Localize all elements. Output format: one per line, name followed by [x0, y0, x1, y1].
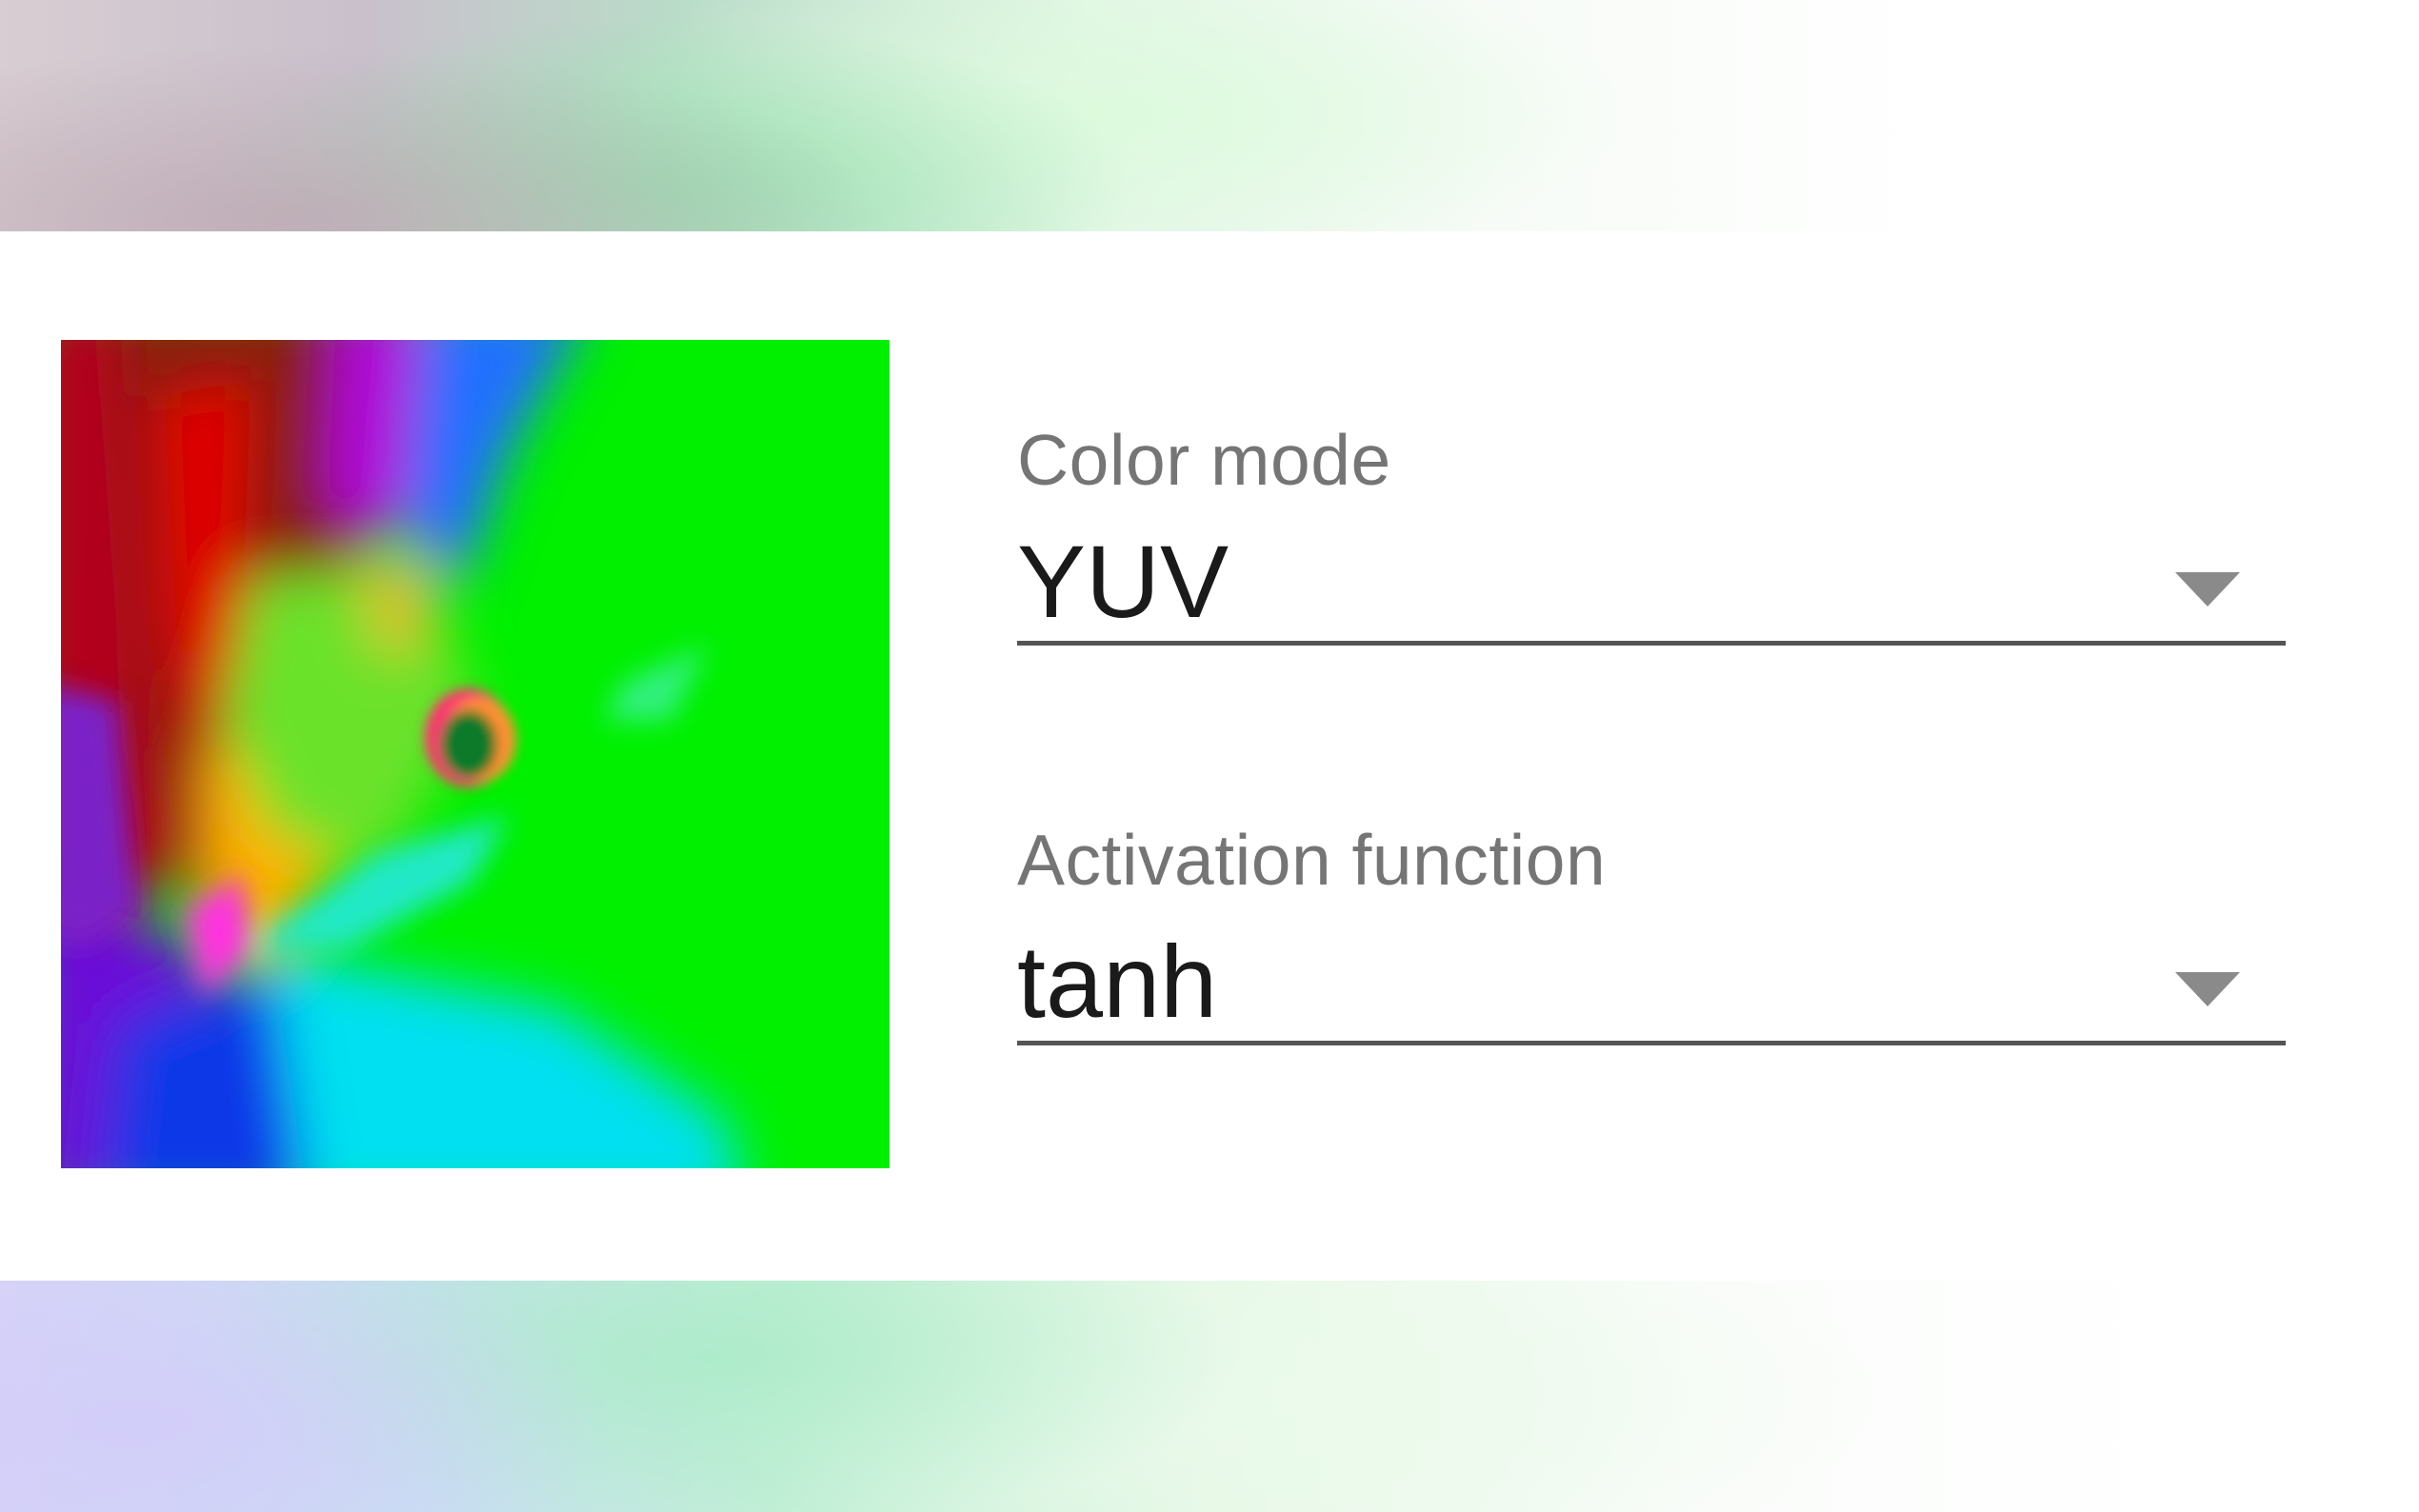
settings-card: Color mode YUV Activation function tanh: [0, 231, 2419, 1281]
generated-image-preview: [61, 340, 890, 1168]
chevron-down-icon: [2175, 972, 2240, 1006]
app-page: Color mode YUV Activation function tanh: [0, 0, 2419, 1512]
color-mode-value: YUV: [1017, 524, 1229, 639]
activation-function-select[interactable]: tanh: [1017, 917, 2286, 1045]
activation-function-field: Activation function tanh: [1017, 812, 2286, 1069]
background-band-bottom: [0, 1281, 2419, 1512]
activation-function-label: Activation function: [1017, 820, 1607, 900]
color-mode-field: Color mode YUV: [1017, 412, 2286, 669]
color-mode-label: Color mode: [1017, 420, 1391, 500]
color-mode-select[interactable]: YUV: [1017, 517, 2286, 646]
activation-function-value: tanh: [1017, 924, 1218, 1039]
background-band-top: [0, 0, 2419, 231]
chevron-down-icon: [2175, 572, 2240, 607]
